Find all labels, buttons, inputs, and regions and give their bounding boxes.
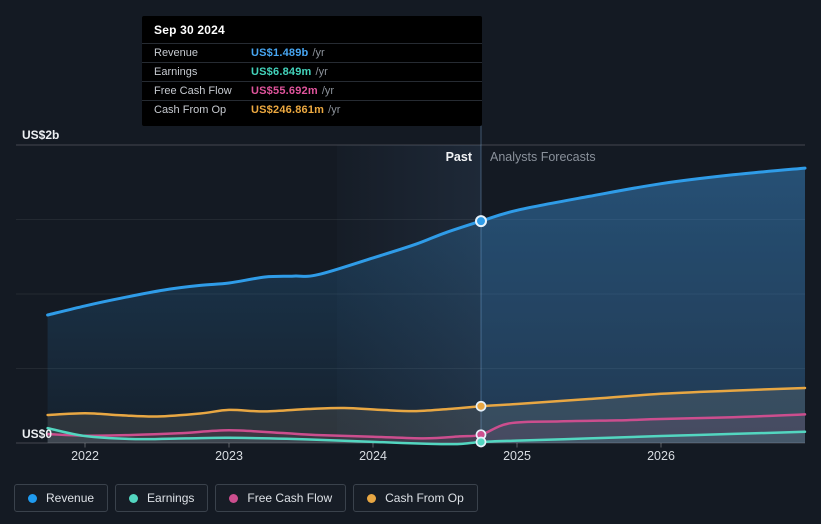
- chart-tooltip: Sep 30 2024 Revenue US$1.489b /yr Earnin…: [142, 16, 482, 126]
- y-axis-top-label: US$2b: [22, 128, 59, 142]
- tooltip-value: US$1.489b: [251, 47, 309, 59]
- forecast-region-label: Analysts Forecasts: [490, 150, 596, 164]
- legend-label: Revenue: [46, 491, 95, 505]
- x-axis-label: 2025: [503, 449, 531, 463]
- x-axis-label: 2024: [359, 449, 387, 463]
- legend-item-free-cash-flow[interactable]: Free Cash Flow: [215, 484, 347, 512]
- legend-label: Free Cash Flow: [247, 491, 333, 505]
- chart-legend: Revenue Earnings Free Cash Flow Cash Fro…: [14, 484, 478, 512]
- tooltip-suffix: /yr: [328, 104, 341, 116]
- tooltip-suffix: /yr: [315, 66, 328, 78]
- tooltip-suffix: /yr: [312, 47, 325, 59]
- tooltip-label: Earnings: [154, 66, 198, 78]
- revenue-dot-icon: [28, 493, 37, 503]
- tooltip-row-earnings: Earnings US$6.849m /yr: [142, 62, 482, 81]
- legend-item-revenue[interactable]: Revenue: [14, 484, 109, 512]
- marker-dot-cash-from-op[interactable]: [475, 400, 487, 412]
- tooltip-row-free-cash-flow: Free Cash Flow US$55.692m /yr: [142, 81, 482, 100]
- tooltip-value: US$55.692m: [251, 85, 318, 97]
- past-region-label: Past: [446, 150, 473, 164]
- marker-dot-earnings[interactable]: [475, 436, 487, 448]
- tooltip-value: US$246.861m: [251, 104, 325, 116]
- marker-dot-revenue[interactable]: [475, 215, 487, 228]
- x-axis-label: 2022: [71, 449, 99, 463]
- tooltip-suffix: /yr: [321, 85, 335, 97]
- x-axis-label: 2023: [215, 449, 243, 463]
- legend-item-cash-from-op[interactable]: Cash From Op: [353, 484, 478, 512]
- y-axis-bottom-label: US$0: [22, 427, 52, 441]
- cash-from-op-dot-icon: [367, 493, 377, 503]
- tooltip-row-revenue: Revenue US$1.489b /yr: [142, 43, 482, 62]
- tooltip-value: US$6.849m: [251, 66, 312, 78]
- legend-item-earnings[interactable]: Earnings: [115, 484, 209, 512]
- legend-label: Cash From Op: [385, 491, 464, 505]
- free-cash-flow-dot-icon: [229, 493, 239, 503]
- x-axis-label: 2026: [647, 449, 675, 463]
- trailing-year-highlight-band: [337, 145, 481, 443]
- tooltip-label: Revenue: [154, 47, 199, 59]
- tooltip-date: Sep 30 2024: [154, 23, 225, 37]
- earnings-revenue-growth-panel: US$2b US$0 Past Analysts Forecasts 2022 2…: [0, 0, 821, 524]
- tooltip-row-cash-from-op: Cash From Op US$246.861m /yr: [142, 100, 482, 119]
- earnings-dot-icon: [129, 493, 139, 503]
- tooltip-label: Free Cash Flow: [154, 85, 232, 97]
- tooltip-label: Cash From Op: [154, 104, 227, 116]
- legend-label: Earnings: [147, 491, 195, 505]
